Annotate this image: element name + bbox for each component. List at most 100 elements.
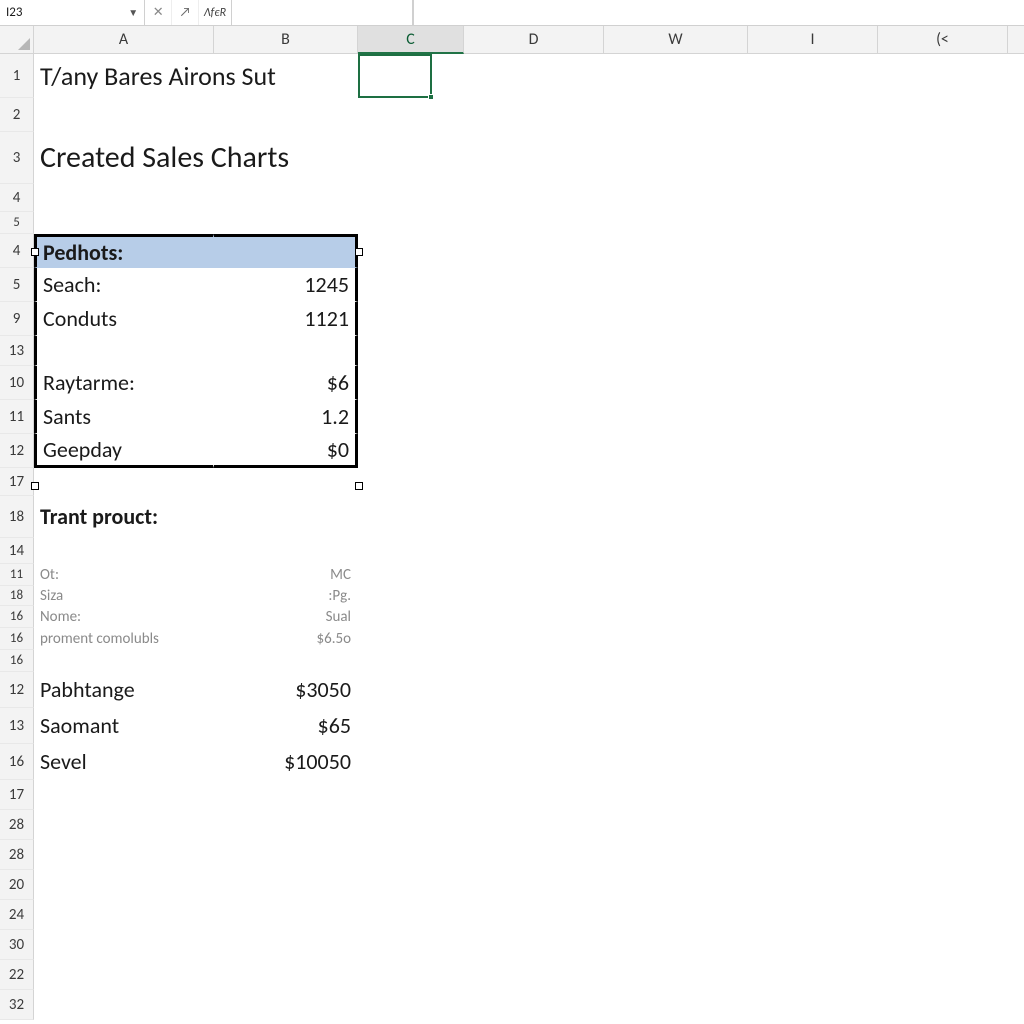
cell[interactable] xyxy=(34,810,214,840)
cell[interactable] xyxy=(604,184,748,212)
row-header[interactable]: 9 xyxy=(0,302,34,336)
cell[interactable] xyxy=(748,54,878,98)
row-header[interactable]: 16 xyxy=(0,744,34,780)
cell[interactable] xyxy=(748,840,878,870)
cell[interactable] xyxy=(358,606,464,628)
total-value[interactable]: $10050 xyxy=(214,744,358,780)
cell[interactable] xyxy=(878,780,1008,810)
cell[interactable] xyxy=(358,708,464,744)
box-value[interactable]: 1121 xyxy=(214,302,358,336)
cell[interactable] xyxy=(1008,184,1024,212)
cell[interactable] xyxy=(464,870,604,900)
cell[interactable] xyxy=(878,400,1008,434)
box-label[interactable]: Raytarme: xyxy=(34,366,214,400)
cell[interactable] xyxy=(358,628,464,650)
cell[interactable] xyxy=(878,990,1008,1020)
cell[interactable] xyxy=(464,366,604,400)
cell[interactable] xyxy=(214,538,358,564)
row-header[interactable]: 10 xyxy=(0,366,34,400)
cell[interactable] xyxy=(464,538,604,564)
cell[interactable] xyxy=(878,434,1008,468)
cell[interactable] xyxy=(1008,780,1024,810)
cell[interactable] xyxy=(878,870,1008,900)
cell[interactable] xyxy=(214,234,358,268)
cell[interactable] xyxy=(358,990,464,1020)
cell[interactable] xyxy=(748,744,878,780)
cell[interactable] xyxy=(358,538,464,564)
cell[interactable] xyxy=(878,336,1008,366)
cell[interactable] xyxy=(34,780,214,810)
cell[interactable] xyxy=(358,586,464,606)
cell[interactable] xyxy=(604,708,748,744)
box-label[interactable]: Sants xyxy=(34,400,214,434)
cell[interactable] xyxy=(464,496,604,538)
cell[interactable] xyxy=(358,302,464,336)
cell[interactable] xyxy=(748,810,878,840)
cell[interactable] xyxy=(748,900,878,930)
row-header[interactable]: 14 xyxy=(0,538,34,564)
cell[interactable] xyxy=(748,496,878,538)
faint-label[interactable]: Ot: xyxy=(34,564,214,586)
cell[interactable] xyxy=(1008,564,1024,586)
cell[interactable] xyxy=(748,960,878,990)
row-header[interactable]: 16 xyxy=(0,628,34,650)
cell[interactable] xyxy=(34,960,214,990)
row-header[interactable]: 20 xyxy=(0,870,34,900)
cell[interactable] xyxy=(34,98,214,132)
cell[interactable] xyxy=(878,628,1008,650)
name-box-dropdown-icon[interactable]: ▼ xyxy=(128,6,138,19)
row-header[interactable]: 11 xyxy=(0,400,34,434)
cell[interactable] xyxy=(604,132,748,184)
cell[interactable] xyxy=(878,468,1008,496)
cell[interactable] xyxy=(748,268,878,302)
row-header[interactable]: 2 xyxy=(0,98,34,132)
cell[interactable] xyxy=(604,538,748,564)
cell[interactable] xyxy=(214,840,358,870)
cell[interactable] xyxy=(748,132,878,184)
cell[interactable] xyxy=(878,960,1008,990)
cell[interactable] xyxy=(1008,268,1024,302)
cell[interactable] xyxy=(878,672,1008,708)
cell[interactable] xyxy=(878,212,1008,234)
row-header[interactable]: 30 xyxy=(0,930,34,960)
cell[interactable] xyxy=(358,840,464,870)
row-header[interactable]: 12 xyxy=(0,672,34,708)
cell[interactable] xyxy=(464,960,604,990)
cell[interactable] xyxy=(1008,54,1024,98)
selection-handle-icon[interactable] xyxy=(355,248,363,256)
cell[interactable] xyxy=(464,302,604,336)
faint-label[interactable]: proment comolubls xyxy=(34,628,214,650)
fill-handle-icon[interactable] xyxy=(428,94,434,100)
cell[interactable] xyxy=(214,900,358,930)
cell[interactable] xyxy=(748,302,878,336)
total-value[interactable]: $3050 xyxy=(214,672,358,708)
box-label[interactable]: Conduts xyxy=(34,302,214,336)
cell[interactable] xyxy=(604,366,748,400)
cell[interactable] xyxy=(358,564,464,586)
box-label[interactable]: Seach: xyxy=(34,268,214,302)
cell[interactable] xyxy=(464,54,604,98)
cell[interactable] xyxy=(748,564,878,586)
faint-value[interactable]: $6.5o xyxy=(214,628,358,650)
row-header[interactable]: 28 xyxy=(0,840,34,870)
cell[interactable] xyxy=(214,990,358,1020)
cancel-formula-icon[interactable]: ✕ xyxy=(145,0,172,25)
cell[interactable] xyxy=(1008,538,1024,564)
cell[interactable] xyxy=(604,336,748,366)
cell[interactable] xyxy=(1008,132,1024,184)
cell[interactable] xyxy=(878,366,1008,400)
cell[interactable] xyxy=(604,606,748,628)
row-header[interactable]: 18 xyxy=(0,586,34,606)
cell[interactable] xyxy=(34,184,214,212)
col-header-U[interactable]: U xyxy=(1008,26,1024,54)
row-header[interactable]: 13 xyxy=(0,708,34,744)
cell[interactable] xyxy=(358,184,464,212)
cell[interactable] xyxy=(358,900,464,930)
cell[interactable] xyxy=(1008,810,1024,840)
cell[interactable] xyxy=(604,400,748,434)
cell[interactable] xyxy=(358,496,464,538)
cell[interactable] xyxy=(748,234,878,268)
cell[interactable] xyxy=(604,870,748,900)
cell[interactable] xyxy=(878,234,1008,268)
cell-A3[interactable]: Created Sales Charts xyxy=(34,132,464,184)
